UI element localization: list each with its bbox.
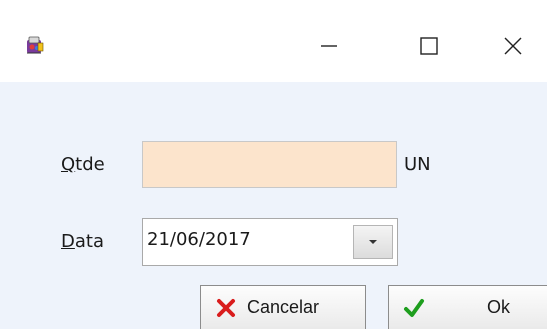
ok-button[interactable]: Ok: [388, 285, 547, 329]
unit-label: UN: [404, 154, 431, 175]
cancel-button[interactable]: Cancelar: [200, 285, 366, 329]
date-value[interactable]: 21/06/2017: [147, 229, 251, 250]
data-label-text: ata: [74, 231, 104, 252]
date-picker[interactable]: 21/06/2017: [142, 218, 398, 266]
chevron-down-icon: [369, 240, 377, 244]
qtde-input[interactable]: [142, 141, 397, 188]
dialog-window: Qtde UN Data 21/06/2017 Cancelar Ok: [0, 0, 547, 329]
minimize-button[interactable]: [306, 24, 352, 68]
ok-button-label: Ok: [487, 297, 511, 317]
cancel-x-icon: [215, 297, 237, 319]
minimize-icon: [321, 45, 337, 47]
close-button[interactable]: [490, 24, 536, 68]
maximize-icon: [420, 37, 438, 55]
qtde-label-text: tde: [75, 154, 105, 175]
date-dropdown-button[interactable]: [353, 225, 393, 259]
checkmark-icon: [403, 297, 425, 319]
title-bar[interactable]: [0, 0, 547, 82]
qtde-label-accelerator: Q: [61, 154, 76, 175]
cancel-button-label: Cancelar: [247, 297, 320, 317]
app-icon[interactable]: [24, 34, 46, 56]
data-label: Data: [61, 231, 104, 252]
close-icon: [504, 37, 522, 55]
qtde-label: Qtde: [61, 154, 105, 175]
maximize-button[interactable]: [406, 24, 452, 68]
data-label-accelerator: D: [61, 231, 75, 252]
